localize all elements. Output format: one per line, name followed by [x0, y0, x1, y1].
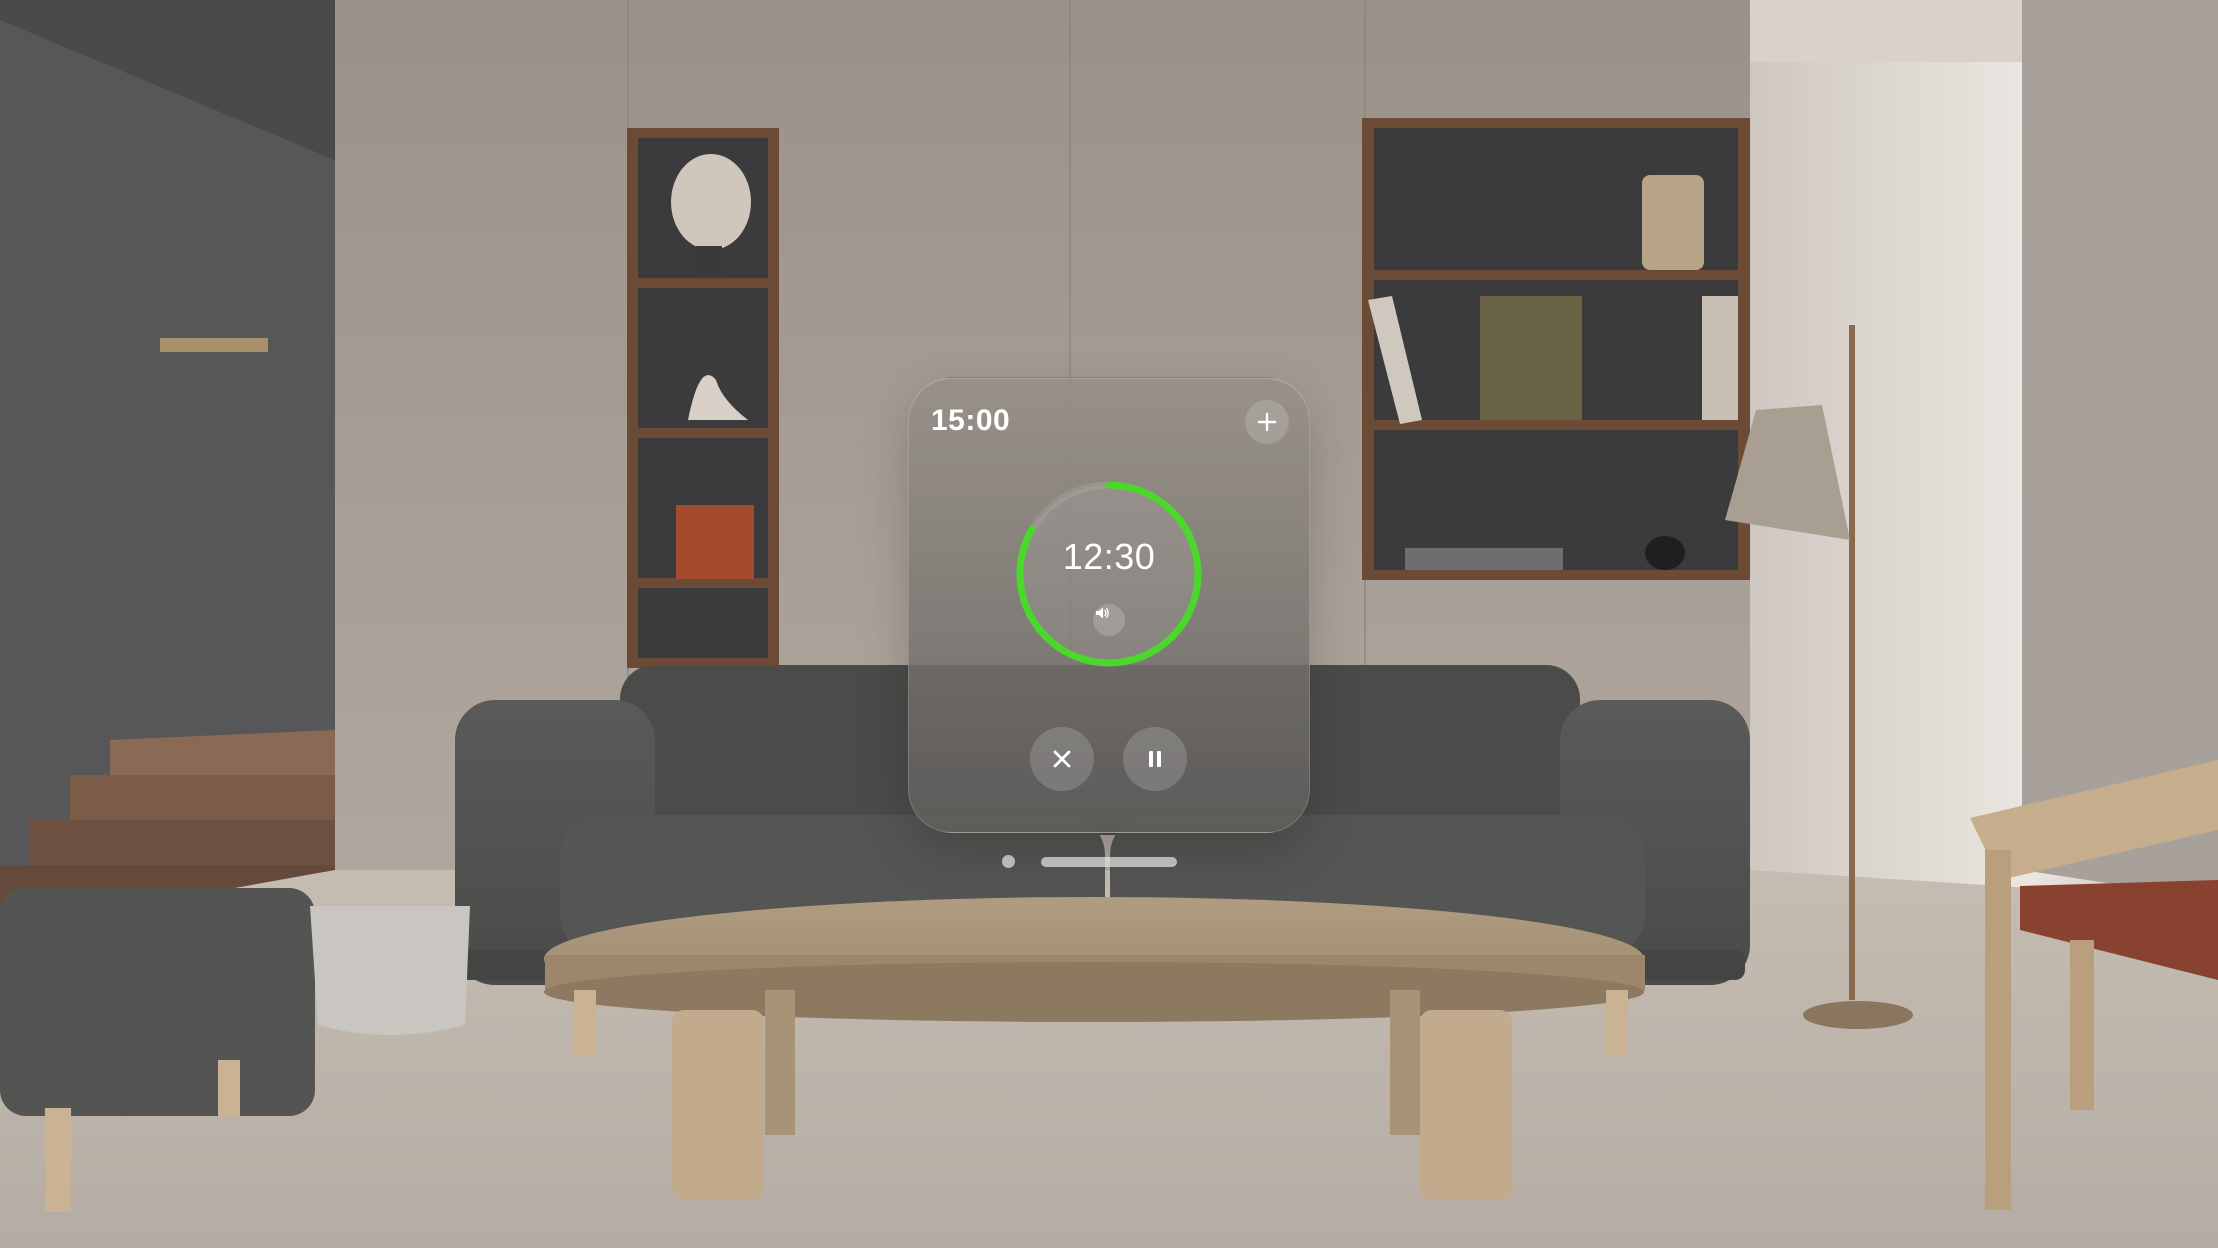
plus-icon [1257, 412, 1277, 432]
timer-remaining-time: 12:30 [1062, 536, 1156, 577]
window-close-dot[interactable] [1002, 855, 1015, 868]
speaker-icon [1096, 607, 1109, 619]
add-timer-button[interactable] [1245, 400, 1289, 444]
pause-button[interactable] [1123, 727, 1187, 791]
pause-icon [1149, 751, 1161, 767]
window-grab-bar[interactable] [1041, 857, 1177, 867]
timer-progress-ring: 12:30 [1013, 478, 1205, 670]
timer-duration-label: 15:00 [931, 404, 1011, 437]
close-icon [1053, 750, 1071, 768]
timer-window: 15:00 12:30 [908, 377, 1310, 833]
sound-button[interactable] [1093, 604, 1125, 636]
cancel-button[interactable] [1030, 727, 1094, 791]
